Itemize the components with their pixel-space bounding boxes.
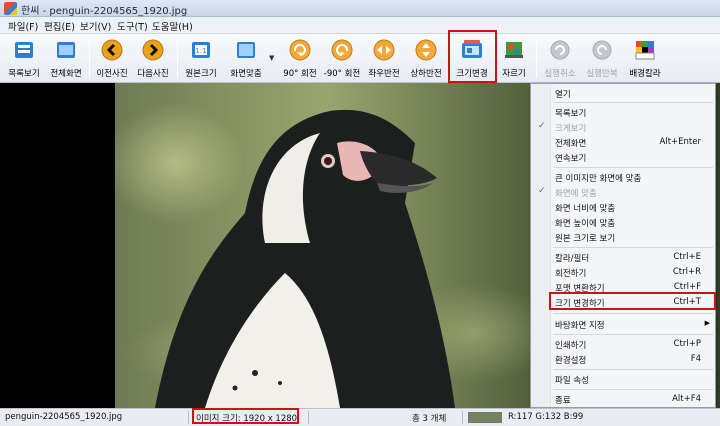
menu-help[interactable]: 도움말(H) — [152, 19, 193, 33]
fit-screen-icon — [234, 38, 258, 62]
menu-settings[interactable]: 환경설정 F4 — [531, 352, 715, 366]
menu-open[interactable]: 열기 — [531, 86, 715, 100]
menu-fit-height[interactable]: 화면 높이에 맞춤 — [531, 215, 715, 229]
rotate-cw-button[interactable]: 90° 회전 — [281, 36, 319, 81]
status-color-swatch — [468, 412, 502, 423]
fit-screen-button[interactable]: 화면맞춤 — [226, 36, 266, 81]
flip-vertical-icon — [414, 38, 438, 62]
app-logo-icon — [4, 2, 17, 15]
list-view-button[interactable]: 목록보기 — [6, 36, 42, 81]
menu-separator — [553, 389, 713, 390]
svg-text:1:1: 1:1 — [195, 47, 206, 55]
flip-horizontal-button[interactable]: 좌우반전 — [366, 36, 402, 81]
status-divider — [188, 411, 189, 424]
context-menu: 열기 목록보기 ✓ 크게보기 전체화면 Alt+Enter 연속보기 큰 이미지… — [530, 83, 716, 408]
toolbar-separator — [177, 38, 178, 78]
undo-icon — [548, 38, 572, 62]
color-grid-icon — [633, 38, 657, 62]
status-bar: penguin-2204565_1920.jpg 이미지 크기: 1920 x … — [0, 408, 720, 426]
fit-screen-dropdown-icon[interactable]: ▼ — [269, 54, 274, 62]
arrow-left-icon — [100, 38, 124, 62]
menu-separator — [553, 369, 713, 370]
menu-color-filter[interactable]: 칼라/필터 Ctrl+E — [531, 250, 715, 264]
menu-fit-screen[interactable]: ✓ 화면에 맞춤 — [531, 185, 715, 199]
menu-file-properties[interactable]: 파일 속성 — [531, 372, 715, 386]
undo-button[interactable]: 실행취소 — [541, 36, 579, 81]
checkmark-icon: ✓ — [538, 121, 546, 131]
status-filename: penguin-2204565_1920.jpg — [5, 412, 123, 422]
list-view-icon — [12, 38, 36, 62]
crop-icon — [502, 38, 526, 62]
menu-file[interactable]: 파일(F) — [8, 19, 38, 33]
menu-separator — [553, 313, 713, 314]
submenu-arrow-icon: ▶ — [704, 319, 710, 327]
menu-separator — [553, 102, 713, 103]
menu-separator — [553, 167, 713, 168]
window-title: 한씨 - penguin-2204565_1920.jpg — [21, 6, 188, 17]
status-count: 총 3 개체 — [412, 414, 447, 424]
original-size-icon: 1:1 — [189, 38, 213, 62]
menu-separator — [553, 247, 713, 248]
redo-button[interactable]: 실행반복 — [583, 36, 621, 81]
image-size-highlight — [192, 408, 299, 424]
menu-tools[interactable]: 도구(T) — [117, 19, 148, 33]
menu-fullscreen[interactable]: 전체화면 Alt+Enter — [531, 135, 715, 149]
menu-set-wallpaper[interactable]: 바탕화면 지정 ▶ — [531, 317, 715, 331]
resize-menu-highlight — [549, 292, 716, 310]
rotate-ccw-button[interactable]: -90° 회전 — [322, 36, 362, 81]
status-divider — [308, 411, 309, 424]
flip-horizontal-icon — [372, 38, 396, 62]
redo-icon — [590, 38, 614, 62]
menu-edit[interactable]: 편집(E) — [44, 19, 75, 33]
menu-bar: 파일(F) 편집(E) 보기(V) 도구(T) 도움말(H) — [0, 17, 720, 34]
checkmark-icon: ✓ — [538, 186, 546, 196]
toolbar-separator — [536, 38, 537, 78]
original-size-button[interactable]: 1:1 원본크기 — [182, 36, 220, 81]
resize-button-highlight — [448, 30, 497, 83]
menu-exit[interactable]: 종료 Alt+F4 — [531, 392, 715, 406]
rotate-cw-icon — [288, 38, 312, 62]
status-rgb: R:117 G:132 B:99 — [508, 412, 584, 422]
prev-photo-button[interactable]: 이전사진 — [93, 36, 131, 81]
flip-vertical-button[interactable]: 상하반전 — [406, 36, 446, 81]
toolbar: 목록보기 전체화면 이전사진 다음사진 1:1 원본크기 화면맞춤 ▼ 90° … — [0, 34, 720, 83]
menu-continuous-view[interactable]: 연속보기 — [531, 150, 715, 164]
fullscreen-button[interactable]: 전체화면 — [47, 36, 85, 81]
next-photo-button[interactable]: 다음사진 — [134, 36, 172, 81]
fullscreen-icon — [54, 38, 78, 62]
background-color-button[interactable]: 배경칼라 — [624, 36, 666, 81]
menu-view[interactable]: 보기(V) — [80, 19, 111, 33]
crop-button[interactable]: 자르기 — [497, 36, 531, 81]
menu-rotate[interactable]: 회전하기 Ctrl+R — [531, 265, 715, 279]
menu-print[interactable]: 인쇄하기 Ctrl+P — [531, 337, 715, 351]
rotate-ccw-icon — [330, 38, 354, 62]
toolbar-separator — [89, 38, 90, 78]
status-divider — [462, 411, 463, 424]
menu-fit-large-only[interactable]: 큰 이미지만 화면에 맞춤 — [531, 170, 715, 184]
title-bar: 한씨 - penguin-2204565_1920.jpg — [0, 0, 720, 17]
menu-original-size[interactable]: 원본 크기로 보기 — [531, 230, 715, 244]
menu-large-view[interactable]: ✓ 크게보기 — [531, 120, 715, 134]
menu-separator — [553, 334, 713, 335]
menu-fit-width[interactable]: 화면 너비에 맞춤 — [531, 200, 715, 214]
menu-list-view[interactable]: 목록보기 — [531, 105, 715, 119]
arrow-right-icon — [141, 38, 165, 62]
